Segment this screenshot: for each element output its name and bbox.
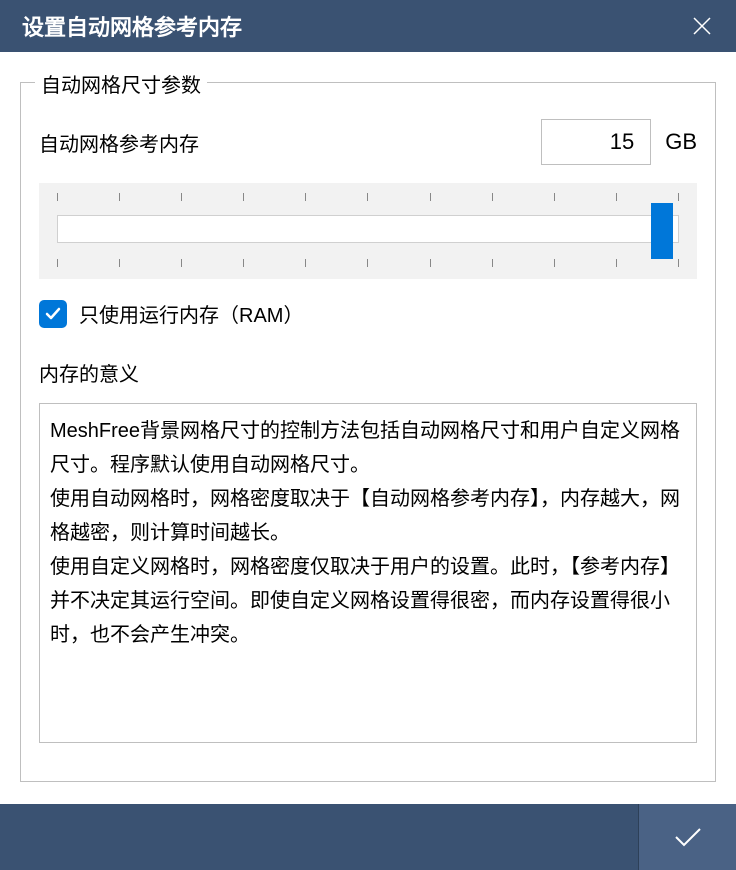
confirm-check-icon (670, 819, 706, 855)
ram-only-label: 只使用运行内存（RAM） (79, 299, 303, 328)
memory-slider[interactable] (39, 183, 697, 279)
dialog-title: 设置自动网格参考内存 (22, 10, 242, 42)
close-button[interactable] (686, 10, 718, 42)
close-icon (692, 16, 712, 36)
memory-unit: GB (665, 129, 697, 155)
memory-label: 自动网格参考内存 (39, 128, 541, 157)
slider-thumb[interactable] (651, 203, 673, 259)
slider-ticks-top (57, 193, 679, 203)
memory-param-row: 自动网格参考内存 GB (39, 119, 697, 165)
description-text: MeshFree背景网格尺寸的控制方法包括自动网格尺寸和用户自定义网格尺寸。程序… (39, 403, 697, 743)
memory-input[interactable] (541, 119, 651, 165)
dialog-content: 自动网格尺寸参数 自动网格参考内存 GB 只使用运行内存（RAM） (0, 52, 736, 802)
slider-track[interactable] (57, 215, 679, 243)
confirm-button[interactable] (638, 804, 736, 870)
ram-only-row: 只使用运行内存（RAM） (39, 299, 697, 328)
check-icon (44, 305, 62, 323)
slider-ticks-bottom (57, 259, 679, 269)
fieldset-legend: 自动网格尺寸参数 (35, 69, 207, 98)
titlebar: 设置自动网格参考内存 (0, 0, 736, 52)
auto-mesh-fieldset: 自动网格尺寸参数 自动网格参考内存 GB 只使用运行内存（RAM） (20, 82, 716, 782)
meaning-title: 内存的意义 (39, 358, 697, 387)
dialog-footer (0, 804, 736, 870)
ram-only-checkbox[interactable] (39, 300, 67, 328)
